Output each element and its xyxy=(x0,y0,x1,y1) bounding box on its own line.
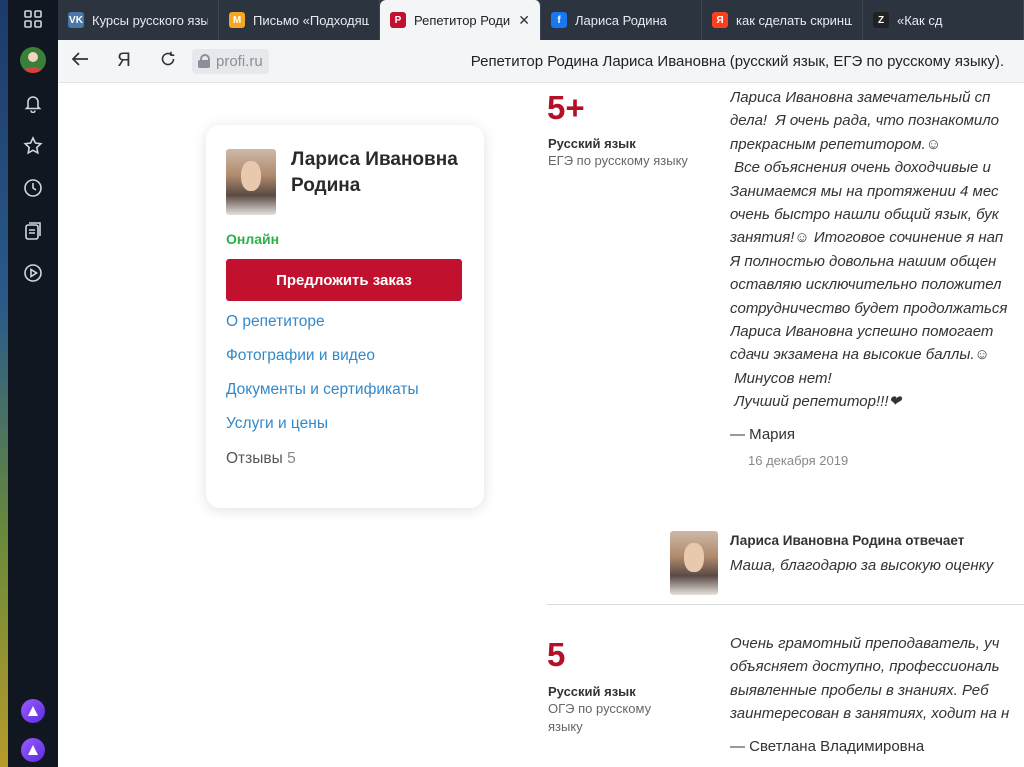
review-exam: ОГЭ по русскому языку xyxy=(548,701,652,734)
review-text: Очень грамотный преподаватель, уч объясн… xyxy=(730,635,1010,723)
facebook-icon: f xyxy=(551,12,567,28)
tab-title: Курсы русского язык xyxy=(92,12,208,28)
review-divider xyxy=(547,604,1024,605)
offer-order-button[interactable]: Предложить заказ xyxy=(226,259,462,301)
profile-avatar[interactable] xyxy=(20,47,46,73)
apps-grid-icon[interactable] xyxy=(20,6,46,32)
reply-tutor-photo xyxy=(670,531,718,595)
lock-icon xyxy=(198,54,210,68)
tab-title: как сделать скринш xyxy=(736,12,852,28)
review-text: Лариса Ивановна замечательный сп дела! Я… xyxy=(730,89,1008,411)
online-status: Онлайн xyxy=(226,231,280,247)
browser-tab[interactable]: VK Курсы русского язык xyxy=(58,0,219,40)
tab-title: «Как сд xyxy=(897,12,943,28)
reviews-label: Отзывы xyxy=(226,450,283,467)
browser-tab[interactable]: Якак сделать скринш xyxy=(702,0,863,40)
mail-icon: M xyxy=(229,12,245,28)
review-rating: 5 xyxy=(547,636,566,673)
browser-tab[interactable]: Z «Как сд xyxy=(863,0,1024,40)
tab-strip: VK Курсы русского язык M Письмо «Подходящ P Р… xyxy=(58,0,1024,40)
page-title: Репетитор Родина Лариса Ивановна (русски… xyxy=(470,52,1004,70)
yandex-icon: Я xyxy=(712,12,728,28)
tutor-name: Лариса Ивановна Родина xyxy=(291,149,458,196)
browser-tab[interactable]: f Лариса Родина xyxy=(541,0,702,40)
review-exam: ЕГЭ по русскому языку xyxy=(548,153,688,168)
alice-voice-icon[interactable] xyxy=(21,738,45,762)
review-subject: Русский язык xyxy=(548,136,636,151)
services-prices-link[interactable]: Услуги и цены xyxy=(226,415,328,433)
alice-assistant-icon[interactable] xyxy=(21,699,45,723)
back-arrow-icon[interactable] xyxy=(58,51,102,72)
history-clock-icon[interactable] xyxy=(20,175,46,201)
collections-icon[interactable] xyxy=(20,218,46,244)
yandex-logo-icon[interactable]: Я xyxy=(102,50,146,72)
review-author: — Светлана Владимировна xyxy=(730,738,925,755)
star-icon[interactable] xyxy=(20,133,46,159)
vk-icon: VK xyxy=(68,12,84,28)
reply-text: Маша, благодарю за высокую оценку xyxy=(730,557,994,574)
review-date: 16 декабря 2019 xyxy=(748,453,849,468)
tutor-photo xyxy=(226,149,276,215)
reviews-count: 5 xyxy=(287,450,296,467)
page-content: Лариса Ивановна Родина Онлайн Предложить… xyxy=(58,83,1024,767)
reply-heading: Лариса Ивановна Родина отвечает xyxy=(730,533,965,548)
profi-icon: P xyxy=(390,12,406,28)
reload-icon[interactable] xyxy=(146,51,190,72)
browser-sidebar xyxy=(8,0,58,767)
review-author: — Мария xyxy=(730,426,796,443)
address-bar: Я profi.ru Репетитор Родина Лариса Ивано… xyxy=(58,40,1024,83)
documents-link[interactable]: Документы и сертификаты xyxy=(226,381,419,399)
bell-icon[interactable] xyxy=(20,90,46,116)
zen-icon: Z xyxy=(873,12,889,28)
review-subject: Русский язык xyxy=(548,684,636,699)
tutor-profile-card: Лариса Ивановна Родина Онлайн Предложить… xyxy=(206,125,484,508)
tab-title: Лариса Родина xyxy=(575,12,667,28)
tab-title: Письмо «Подходящ xyxy=(253,12,369,28)
photos-videos-link[interactable]: Фотографии и видео xyxy=(226,347,375,365)
url-field[interactable]: profi.ru xyxy=(192,48,269,74)
reviews-link[interactable]: Отзывы 5 xyxy=(226,450,296,468)
close-tab-icon[interactable]: ✕ xyxy=(518,12,530,29)
browser-tab[interactable]: M Письмо «Подходящ xyxy=(219,0,380,40)
tab-title: Репетитор Родин xyxy=(414,12,511,28)
about-tutor-link[interactable]: О репетиторе xyxy=(226,313,325,331)
browser-tab[interactable]: P Репетитор Родин ✕ xyxy=(380,0,541,40)
desktop-wallpaper-edge xyxy=(0,0,8,767)
url-host: profi.ru xyxy=(216,52,263,70)
review-rating: 5+ xyxy=(547,89,585,126)
play-video-icon[interactable] xyxy=(20,260,46,286)
